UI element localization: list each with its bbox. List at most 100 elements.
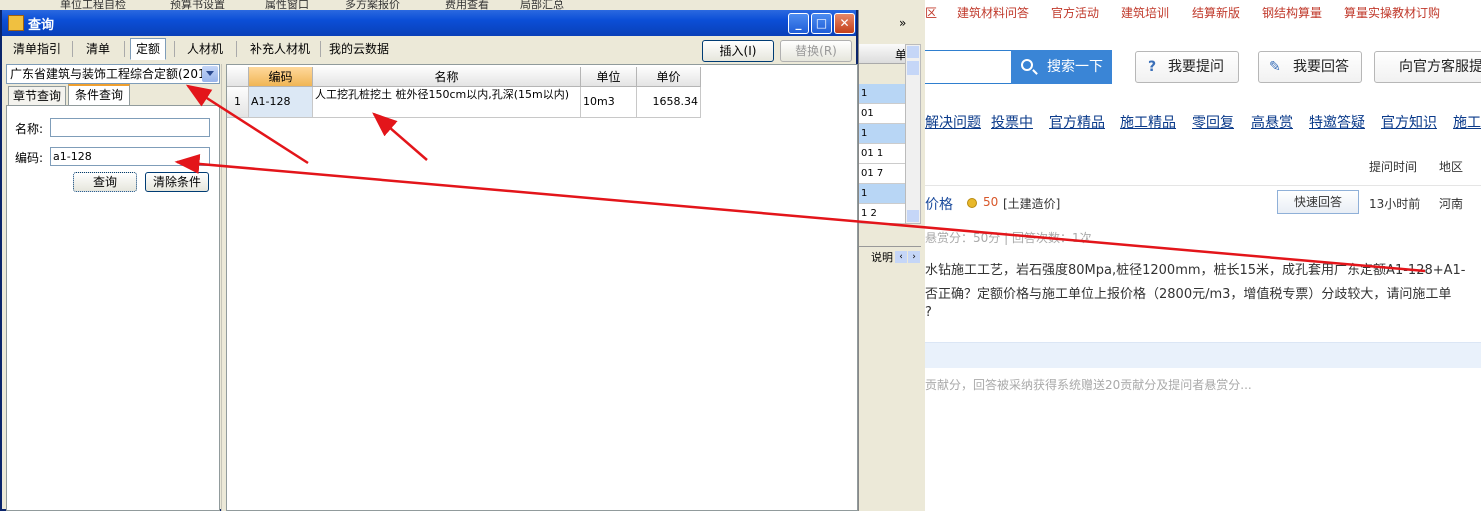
category-link[interactable]: 特邀答疑 [1309,112,1365,132]
toolbar-item[interactable]: 属性窗口 [265,0,309,10]
scroll-down-icon[interactable] [907,210,919,222]
category-nav: 解决问题 投票中 官方精品 施工精品 零回复 高悬赏 特邀答疑 官方知识 施工 [925,112,1481,134]
question-time: 13小时前 [1369,197,1421,211]
col-header-code[interactable]: 编码 [249,67,313,87]
tab-bill[interactable]: 清单 [76,38,120,60]
tab-bill-guide[interactable]: 清单指引 [6,38,68,60]
condition-form: 名称: 编码: a1-128 查询 清除条件 [6,105,220,511]
grid-row[interactable]: 01 [859,104,908,124]
row-index[interactable]: 1 [227,87,249,118]
answer-button[interactable]: ✎ 我要回答 [1258,51,1362,83]
question-body-line: 水钻施工工艺，岩石强度80Mpa,桩径1200mm，桩长15米，成孔套用广东定额… [925,263,1466,278]
toolbar-item[interactable]: 多方案报价 [345,0,400,10]
search-icon [1021,59,1033,71]
toolbar-item[interactable]: 局部汇总 [520,0,564,10]
grid-row[interactable]: 1 2 [859,204,908,224]
cell-code[interactable]: A1-128 [249,87,313,118]
app-icon [8,15,24,31]
scroll-left-icon[interactable]: ‹ [895,251,907,263]
category-link[interactable]: 解决问题 [925,112,981,132]
grid-row[interactable]: 1 [859,124,908,144]
col-header-unit[interactable]: 单位 [581,67,637,87]
question-tag: [土建造价] [1003,197,1061,211]
search-button[interactable]: 搜索一下 [1011,50,1112,84]
divider [925,185,1481,186]
grid-row[interactable]: 1 [859,184,908,204]
insert-button[interactable]: 插入(I) [702,40,774,62]
cell-price[interactable]: 1658.34 [637,87,701,118]
answer-band [925,342,1481,368]
dialog-title: 查询 [28,18,55,33]
top-nav-link[interactable]: 结算新版 [1192,4,1240,21]
category-link[interactable]: 零回复 [1192,112,1234,132]
vertical-scrollbar[interactable] [905,44,921,224]
query-dialog: 查询 _ □ ✕ 清单指引 清单 定额 人材机 补充人材机 我的云数据 插入(I… [0,10,858,511]
top-nav-link[interactable]: 建筑材料问答 [957,4,1029,21]
col-header-price[interactable]: 单价 [637,67,701,87]
cell-name[interactable]: 人工挖孔桩挖土 桩外径150cm以内,孔深(15m以内) [313,87,581,118]
search-input[interactable] [925,50,1011,84]
question-title[interactable]: 价格 [925,194,953,214]
replace-button[interactable]: 替换(R) [780,40,852,62]
tab-labor-material[interactable]: 人材机 [180,38,230,60]
tab-supplement[interactable]: 补充人材机 [242,38,318,60]
background-grid-strip: » 单 1 01 1 01 1 01 7 1 1 2 说明 ‹ › [858,10,925,511]
chevron-down-icon[interactable] [202,66,218,82]
grid-header: 单 [859,44,908,64]
question-region: 河南 [1439,197,1464,211]
question-body-line: 否正确？定额价格与施工单位上报价格（2800元/m3，增值税专票）分歧较大，请问… [925,287,1452,302]
scroll-up-icon[interactable] [907,46,919,58]
subtab-condition[interactable]: 条件查询 [68,84,130,106]
top-nav-link[interactable]: 钢结构算量 [1262,4,1322,21]
title-bar[interactable]: 查询 _ □ ✕ [2,10,856,36]
category-link[interactable]: 官方精品 [1049,112,1105,132]
toolbar-item[interactable]: 预算书设置 [170,0,225,10]
toolbar-item[interactable]: 费用查看 [445,0,489,10]
tab-quota[interactable]: 定额 [130,38,166,60]
description-tab[interactable]: 说明 ‹ › [859,246,921,268]
code-label: 编码: [15,151,44,165]
top-nav: 区 建筑材料问答 官方活动 建筑培训 结算新版 钢结构算量 算量实操教材订购 [925,0,1481,24]
service-button[interactable]: 向官方客服提 [1374,51,1481,83]
col-header-time: 提问时间 [1369,160,1418,174]
subtab-chapter[interactable]: 章节查询 [8,86,66,106]
ask-button[interactable]: ? 我要提问 [1135,51,1239,83]
tab-separator [72,41,73,57]
minimize-button[interactable]: _ [788,13,809,34]
close-button[interactable]: ✕ [834,13,855,34]
grid-row[interactable]: 01 1 [859,144,908,164]
category-link[interactable]: 施工 [1453,112,1481,132]
category-link[interactable]: 投票中 [991,112,1033,132]
grid-row[interactable]: 1 [859,84,908,104]
maximize-button[interactable]: □ [811,13,832,34]
grid-row[interactable]: 01 7 [859,164,908,184]
coin-icon [967,198,977,208]
clear-conditions-button[interactable]: 清除条件 [145,172,209,192]
name-label: 名称: [15,122,44,136]
grid-corner [227,67,249,87]
code-input[interactable]: a1-128 [50,147,210,166]
top-nav-link[interactable]: 区 [925,4,937,21]
toolbar-item[interactable]: 单位工程自检 [60,0,126,10]
tab-cloud-data[interactable]: 我的云数据 [324,38,394,60]
query-button[interactable]: 查询 [73,172,137,192]
top-nav-link[interactable]: 官方活动 [1051,4,1099,21]
search-panel: 广东省建筑与装饰工程综合定额(201 章节查询 条件查询 名称: 编码: a1-… [6,64,220,511]
expand-icon[interactable]: » [899,16,906,30]
question-meta: 悬赏分：50分 | 回答次数：1次 [925,231,1092,245]
scroll-thumb[interactable] [907,61,919,75]
category-link[interactable]: 施工精品 [1120,112,1176,132]
name-input[interactable] [50,118,210,137]
cell-unit[interactable]: 10m3 [581,87,637,118]
category-link[interactable]: 高悬赏 [1251,112,1293,132]
quota-library-select[interactable]: 广东省建筑与装饰工程综合定额(201 [6,64,220,84]
quick-answer-button[interactable]: 快速回答 [1277,190,1359,214]
top-nav-link[interactable]: 算量实操教材订购 [1344,4,1440,21]
category-link[interactable]: 官方知识 [1381,112,1437,132]
pencil-icon: ✎ [1269,59,1281,75]
scroll-right-icon[interactable]: › [908,251,920,263]
top-nav-link[interactable]: 建筑培训 [1121,4,1169,21]
tab-separator [320,41,321,57]
quota-result-grid: 编码 名称 单位 单价 1 A1-128 人工挖孔桩挖土 桩外径150cm以内,… [226,64,858,511]
col-header-name[interactable]: 名称 [313,67,581,87]
